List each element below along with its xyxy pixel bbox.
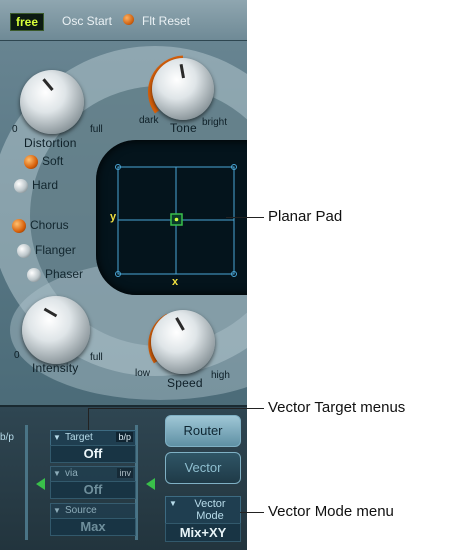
via-menu-label: via bbox=[65, 468, 78, 479]
intensity-min-label: 0 bbox=[14, 350, 20, 361]
target-value[interactable]: Off bbox=[50, 445, 136, 463]
speed-knob[interactable] bbox=[151, 310, 215, 374]
chorus-led[interactable] bbox=[12, 219, 26, 233]
vector-target-menu[interactable]: ▼ Target b/p bbox=[50, 430, 136, 446]
flt-reset-led[interactable] bbox=[123, 14, 134, 25]
pad-x-label: x bbox=[172, 276, 179, 288]
distortion-min-label: 0 bbox=[12, 124, 18, 135]
phaser-led[interactable] bbox=[27, 268, 41, 282]
knob-indicator bbox=[179, 63, 185, 79]
router-button[interactable]: Router bbox=[165, 415, 241, 447]
planar-pad[interactable]: y x bbox=[96, 140, 247, 295]
knob-indicator bbox=[43, 307, 57, 318]
flanger-label: Flanger bbox=[35, 243, 76, 257]
flanger-led[interactable] bbox=[17, 244, 31, 258]
speed-min-label: low bbox=[135, 368, 151, 379]
vector-target-callout: Vector Target menus bbox=[268, 399, 406, 416]
knob-indicator bbox=[41, 78, 54, 91]
intensity-label: Intensity bbox=[32, 361, 79, 375]
speed-max-label: high bbox=[211, 370, 230, 381]
vector-button[interactable]: Vector bbox=[165, 452, 241, 484]
left-bp-tag: b/p bbox=[0, 432, 14, 443]
speed-label: Speed bbox=[167, 376, 203, 390]
distortion-label: Distortion bbox=[24, 136, 77, 150]
knob-indicator bbox=[174, 317, 185, 331]
chevron-down-icon: ▼ bbox=[53, 506, 61, 515]
target-bp-tag: b/p bbox=[116, 432, 133, 442]
hard-led[interactable] bbox=[14, 179, 28, 193]
vector-mode-menu[interactable]: ▼ Vector Mode bbox=[165, 496, 241, 524]
soft-led[interactable] bbox=[24, 155, 38, 169]
planar-pad-callout: Planar Pad bbox=[268, 208, 343, 225]
vector-via-menu[interactable]: ▼ via inv bbox=[50, 466, 136, 482]
planar-pad-callout-line bbox=[226, 217, 264, 218]
pad-y-label: y bbox=[110, 211, 117, 223]
right-green-arrow[interactable] bbox=[146, 478, 155, 490]
tone-knob[interactable] bbox=[152, 58, 214, 120]
tone-min-label: dark bbox=[139, 115, 159, 126]
soft-label: Soft bbox=[42, 154, 64, 168]
planar-pad-grid bbox=[115, 164, 237, 277]
left-slider-track[interactable] bbox=[25, 425, 28, 540]
chevron-down-icon: ▼ bbox=[169, 499, 177, 508]
distortion-max-label: full bbox=[90, 124, 103, 135]
flt-reset-label: Flt Reset bbox=[142, 14, 191, 28]
vector-mode-value[interactable]: Mix+XY bbox=[165, 523, 241, 542]
vector-source-menu[interactable]: ▼ Source bbox=[50, 503, 136, 519]
vector-target-callout-stem bbox=[88, 408, 89, 430]
phaser-label: Phaser bbox=[45, 267, 84, 281]
intensity-knob[interactable] bbox=[22, 296, 90, 364]
vector-mode-label: Vector Mode bbox=[194, 498, 226, 522]
tone-max-label: bright bbox=[202, 117, 228, 128]
source-menu-label: Source bbox=[65, 505, 97, 516]
chevron-down-icon: ▼ bbox=[53, 433, 61, 442]
free-display[interactable]: free bbox=[10, 13, 45, 31]
hard-label: Hard bbox=[32, 178, 59, 192]
source-value[interactable]: Max bbox=[50, 518, 136, 536]
via-value[interactable]: Off bbox=[50, 481, 136, 499]
left-green-arrow[interactable] bbox=[36, 478, 45, 490]
synth-panel: free Osc Start Flt Reset 0 full Distorti… bbox=[0, 0, 247, 550]
via-inv-tag: inv bbox=[117, 468, 133, 478]
vector-mode-callout-line bbox=[240, 512, 264, 513]
chorus-label: Chorus bbox=[30, 218, 69, 232]
chevron-down-icon: ▼ bbox=[53, 469, 61, 478]
distortion-knob[interactable] bbox=[20, 70, 84, 134]
target-menu-label: Target bbox=[65, 432, 93, 443]
top-bar: free Osc Start Flt Reset bbox=[0, 0, 247, 41]
intensity-max-label: full bbox=[90, 352, 103, 363]
vector-target-callout-line bbox=[88, 408, 264, 409]
vector-mode-callout: Vector Mode menu bbox=[268, 503, 394, 520]
osc-start-label: Osc Start bbox=[62, 14, 113, 28]
tone-label: Tone bbox=[170, 121, 197, 135]
